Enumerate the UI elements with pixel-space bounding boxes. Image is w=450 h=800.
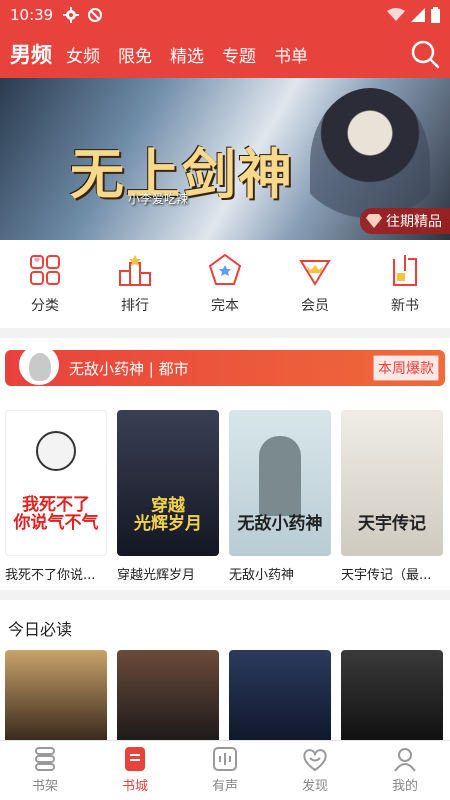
weekly-hit-banner[interactable]: 无敌小药神 | 都市 本周爆款: [5, 345, 445, 386]
quick-new-books-label: 新书: [391, 298, 419, 314]
quick-member[interactable]: 会员: [280, 253, 350, 315]
quick-finished[interactable]: 完本: [190, 253, 260, 315]
tab-audio[interactable]: 有声: [190, 741, 260, 800]
weekly-hit-badge: 本周爆款: [373, 355, 439, 381]
avatar: [19, 345, 59, 385]
tab-booklists[interactable]: 书单: [274, 42, 308, 67]
quick-entries: 分类 排行 完本 会员 新书: [0, 240, 450, 328]
today-must-read: 今日必读: [0, 600, 450, 740]
quick-ranking-label: 排行: [121, 298, 149, 314]
book-row: 我死不了 你说气不气 我死不了你说... 穿越 光辉岁月 穿越光辉岁月 无敌小药神 …: [0, 398, 450, 590]
settings-icon: [63, 7, 80, 23]
tab-male[interactable]: 男频: [10, 39, 52, 69]
app-screen: 10:39 男频 女频 限免 精选 专题 书单 无上剑神 小李爱吃辣 往期精品: [0, 0, 450, 800]
quick-ranking[interactable]: 排行: [100, 253, 170, 315]
book-cover: 天宇传记: [341, 410, 443, 556]
audio-icon: [213, 747, 237, 771]
status-bar: 10:39: [0, 0, 450, 30]
quick-category[interactable]: 分类: [10, 253, 80, 315]
book-card[interactable]: 我死不了 你说气不气 我死不了你说...: [5, 410, 109, 583]
quick-member-label: 会员: [301, 298, 329, 314]
book-card[interactable]: 穿越 光辉岁月 穿越光辉岁月: [117, 410, 221, 583]
bookstore-icon: [125, 747, 145, 771]
profile-icon: [394, 748, 416, 772]
discover-icon: [303, 749, 327, 772]
tab-discover[interactable]: 发现: [280, 741, 350, 800]
tab-topics[interactable]: 专题: [222, 42, 256, 67]
tab-bookstore-label: 书城: [121, 779, 148, 794]
quick-new-books[interactable]: 新书: [370, 253, 440, 315]
promo-section: 无敌小药神 | 都市 本周爆款: [0, 338, 450, 398]
book-cover: 穿越 光辉岁月: [117, 410, 219, 556]
book-title: 穿越光辉岁月: [117, 568, 196, 583]
grid-icon: [30, 255, 60, 285]
book-cover[interactable]: [341, 650, 443, 740]
wifi-icon: [387, 8, 405, 21]
bookshelf-icon: [35, 747, 55, 771]
book-card[interactable]: 天宇传记 天宇传记（最...: [341, 410, 445, 583]
book-cover: 我死不了 你说气不气: [5, 410, 107, 556]
past-picks-badge[interactable]: 往期精品: [360, 208, 450, 234]
book-title: 无敌小药神: [229, 568, 295, 583]
podium-icon: [119, 255, 151, 286]
book-cover[interactable]: [229, 650, 331, 740]
book-title: 天宇传记（最...: [341, 568, 432, 583]
tab-selected[interactable]: 精选: [170, 42, 204, 67]
book-cover[interactable]: [117, 650, 219, 740]
battery-icon: [431, 7, 440, 23]
signal-icon: [411, 8, 425, 22]
banner-author: 小李爱吃辣: [128, 192, 189, 206]
block-icon: [88, 8, 103, 22]
tab-free[interactable]: 限免: [118, 42, 152, 67]
tab-profile[interactable]: 我的: [370, 741, 440, 800]
book-cover-text: 无敌小药神: [237, 514, 323, 535]
tab-profile-label: 我的: [391, 779, 418, 794]
tab-discover-label: 发现: [301, 779, 328, 794]
tab-audio-label: 有声: [211, 779, 238, 794]
quick-finished-label: 完本: [211, 298, 239, 314]
new-book-icon: [393, 255, 417, 286]
bottom-tab-bar: 书架 书城 有声 发现 我的: [0, 740, 450, 800]
section-title: 今日必读: [8, 620, 73, 639]
channel-nav: 男频 女频 限免 精选 专题 书单: [0, 30, 450, 78]
tab-bookstore[interactable]: 书城: [100, 741, 170, 800]
character-art: [259, 436, 301, 516]
diamond-icon: [366, 214, 382, 228]
tab-female[interactable]: 女频: [66, 42, 100, 67]
search-icon[interactable]: [410, 39, 440, 69]
meme-face-art: [36, 431, 76, 471]
book-card[interactable]: 无敌小药神 无敌小药神: [229, 410, 333, 583]
status-time: 10:39: [10, 6, 54, 24]
book-title: 我死不了你说...: [5, 568, 96, 583]
book-cover[interactable]: [5, 650, 107, 740]
book-cover-text: 我死不了 你说气不气: [13, 494, 99, 534]
promo-title: 无敌小药神 | 都市: [69, 359, 189, 378]
tab-bookshelf-label: 书架: [31, 779, 58, 794]
book-cover-text: 穿越 光辉岁月: [134, 495, 202, 535]
crown-icon: [299, 260, 331, 286]
book-cover: 无敌小药神: [229, 410, 331, 556]
tab-bookshelf[interactable]: 书架: [10, 741, 80, 800]
hero-banner[interactable]: 无上剑神 小李爱吃辣 往期精品: [0, 78, 450, 240]
quick-category-label: 分类: [31, 298, 59, 314]
pentagon-icon: [208, 253, 242, 285]
book-cover-text: 天宇传记: [358, 514, 426, 535]
past-picks-label: 往期精品: [386, 214, 442, 230]
